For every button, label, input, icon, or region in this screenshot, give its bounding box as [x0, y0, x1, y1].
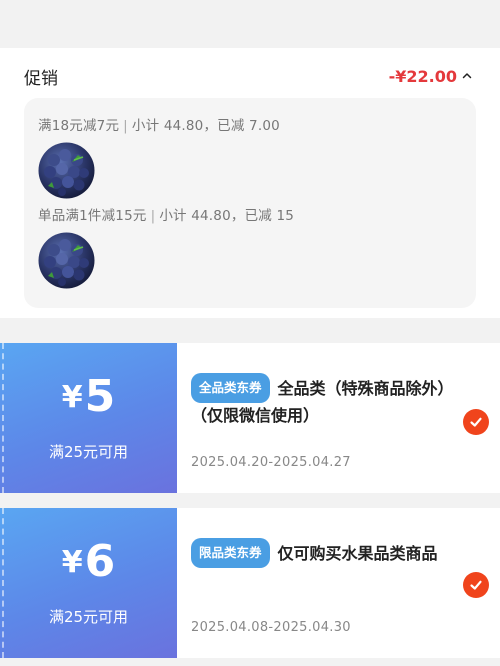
promotion-collapse-toggle[interactable]: -¥22.00 [389, 67, 474, 86]
promotion-rule-1: 满18元减7元 | 小计 44.80，已减 7.00 [38, 114, 280, 134]
coupon-value-panel: ¥5 满25元可用 [0, 343, 177, 493]
coupon-title: 仅可购买水果品类商品 [277, 544, 438, 563]
coupon-title-block: 限品类东券 仅可购买水果品类商品 [191, 538, 461, 568]
promotion-rule-label: 单品满1件减15元 [38, 208, 147, 224]
coupon-amount-value: 5 [84, 371, 116, 422]
promotion-header: 促销 -¥22.00 [24, 65, 474, 89]
coupon-amount: ¥6 [0, 536, 177, 587]
coupon-tag-badge: 限品类东券 [191, 538, 270, 568]
coupon-amount-value: 6 [84, 536, 116, 587]
coupon-details: 全品类东券 全品类（特殊商品除外）（仅限微信使用） 2025.04.20-2025… [177, 343, 500, 493]
checkmark-circle-icon[interactable] [463, 572, 489, 598]
coupon-title-block: 全品类东券 全品类（特殊商品除外）（仅限微信使用） [191, 373, 461, 429]
promotion-title: 促销 [24, 68, 58, 89]
coupon-condition: 满25元可用 [48, 608, 129, 626]
promotion-rule-subtotal: 小计 44.80，已减 15 [159, 208, 295, 224]
coupon-validity: 2025.04.20-2025.04.27 [191, 455, 351, 470]
coupon-condition: 满25元可用 [48, 443, 129, 461]
coupon-card[interactable]: ¥5 满25元可用 全品类东券 全品类（特殊商品除外）（仅限微信使用） 2025.… [0, 343, 500, 493]
chevron-up-icon [462, 70, 474, 82]
promotion-total-discount: -¥22.00 [388, 66, 457, 86]
divider: | [150, 208, 156, 224]
promotion-rule-subtotal: 小计 44.80，已减 7.00 [131, 118, 280, 134]
currency-symbol: ¥ [61, 380, 83, 415]
coupon-value-panel: ¥6 满25元可用 [0, 508, 177, 658]
promotion-rules-box: 满18元减7元 | 小计 44.80，已减 7.00 单品满1件减15元 | 小… [24, 98, 476, 308]
coupon-amount: ¥5 [0, 371, 177, 422]
promotion-rule-2: 单品满1件减15元 | 小计 44.80，已减 15 [38, 204, 294, 224]
promotion-rule-label: 满18元减7元 [38, 118, 120, 134]
coupon-details: 限品类东券 仅可购买水果品类商品 2025.04.08-2025.04.30 [177, 508, 500, 658]
checkmark-circle-icon[interactable] [463, 409, 489, 435]
blueberry-product-image [38, 142, 95, 199]
coupon-tag-badge: 全品类东券 [191, 373, 270, 403]
coupon-card[interactable]: ¥6 满25元可用 限品类东券 仅可购买水果品类商品 2025.04.08-202… [0, 508, 500, 658]
divider: | [123, 118, 128, 134]
blueberry-product-image [38, 232, 95, 289]
currency-symbol: ¥ [61, 545, 83, 580]
promotion-card: 促销 -¥22.00 满18元减7元 | 小计 44.80，已减 7.00 单品… [0, 48, 500, 318]
coupon-validity: 2025.04.08-2025.04.30 [191, 620, 351, 635]
